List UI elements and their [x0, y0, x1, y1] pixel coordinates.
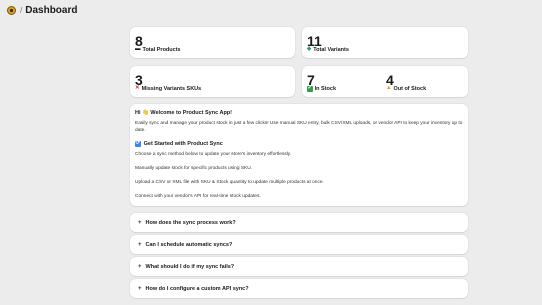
expand-plus-icon: +	[138, 263, 142, 270]
out-of-stock-label-row: ▲ Out of Stock	[386, 86, 426, 92]
faq-item-custom-api[interactable]: + How do I configure a custom API sync?	[130, 279, 468, 298]
in-stock-label-row: ✓ In Stock	[307, 86, 336, 92]
expand-plus-icon: +	[138, 241, 142, 248]
faq-item-schedule[interactable]: + Can I schedule automatic syncs?	[130, 235, 468, 254]
sync-icon: ⟳	[135, 140, 141, 147]
faq-item-sync-fails[interactable]: + What should I do if my sync fails?	[130, 257, 468, 276]
api-sync-text: Connect with your vendor's API for real-…	[135, 194, 261, 199]
missing-variants-label-row: ✕ Missing Variants SKUs	[135, 86, 201, 92]
get-started-heading: ⟳ Get Started with Product Sync	[135, 141, 463, 147]
top-bar: / Dashboard	[0, 0, 542, 20]
welcome-intro: Easily sync and manage your product stoc…	[135, 121, 463, 133]
gem-icon: ◆	[307, 46, 312, 53]
total-variants-label-row: ◆ Total Variants	[307, 47, 349, 53]
manual-sync-text: Manually update stock for specific produ…	[135, 166, 253, 171]
faq-question: How do I configure a custom API sync?	[145, 285, 249, 292]
expand-plus-icon: +	[138, 219, 142, 226]
app-logo-icon[interactable]	[7, 5, 16, 15]
check-box-icon: ✓	[307, 85, 313, 92]
stock-card: 7 ✓ In Stock 4 ▲ Out of Stock	[302, 66, 468, 97]
faq-question: What should I do if my sync fails?	[145, 263, 235, 270]
total-products-label-row: ▬ Total Products	[135, 47, 181, 53]
upload-sync-text: Upload a CSV or XML file with SKU & Stoc…	[135, 180, 324, 185]
breadcrumb-separator: /	[20, 5, 23, 15]
folder-icon: ▬	[135, 46, 141, 53]
get-started-label: Get Started with Product Sync	[143, 141, 223, 147]
cross-icon: ✕	[135, 85, 140, 92]
warning-icon: ▲	[386, 85, 392, 92]
welcome-card: Hi 👋 Welcome to Product Sync App! Easily…	[130, 104, 468, 206]
faq-item-sync-process[interactable]: + How does the sync process work?	[130, 213, 468, 232]
in-stock-label: In Stock	[314, 86, 337, 92]
expand-plus-icon: +	[138, 285, 142, 292]
total-variants-card: 11 ◆ Total Variants	[302, 27, 468, 58]
total-products-card: 8 ▬ Total Products	[130, 27, 295, 58]
total-variants-label: Total Variants	[313, 47, 349, 53]
out-of-stock-label: Out of Stock	[393, 86, 427, 92]
welcome-title: Hi 👋 Welcome to Product Sync App!	[135, 110, 232, 116]
missing-variants-label: Missing Variants SKUs	[141, 86, 202, 92]
choose-method-text: Choose a sync method below to update you…	[135, 152, 292, 157]
missing-variants-card: 3 ✕ Missing Variants SKUs	[130, 66, 295, 97]
faq-question: Can I schedule automatic syncs?	[145, 241, 233, 248]
total-products-label: Total Products	[142, 47, 181, 53]
page-title: Dashboard	[25, 4, 78, 16]
faq-question: How does the sync process work?	[145, 219, 236, 226]
